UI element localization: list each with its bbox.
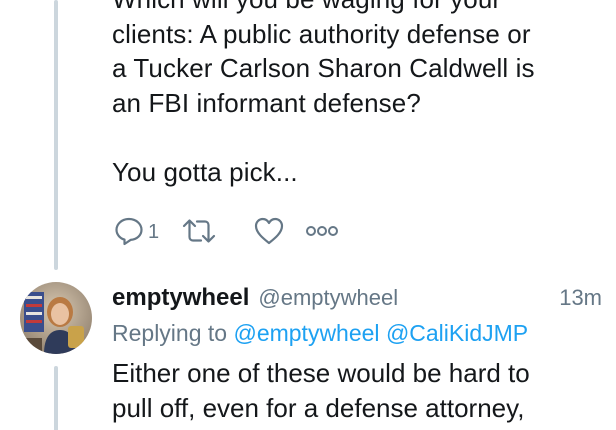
- like-button[interactable]: [253, 215, 305, 247]
- tweet-text: Either one of these would be hard to pul…: [112, 358, 530, 423]
- user-avatar[interactable]: [20, 282, 92, 354]
- replying-to-label: Replying to: [112, 320, 228, 346]
- heart-icon: [253, 215, 285, 247]
- replying-to: Replying to @emptywheel @CaliKidJMP: [112, 320, 602, 347]
- thread-connector-line: [54, 366, 58, 430]
- reply-count: 1: [148, 220, 160, 243]
- thread-connector-line: [54, 0, 58, 270]
- retweet-button[interactable]: [181, 215, 253, 247]
- tweet-thread: Which will you be waging for your client…: [0, 0, 616, 430]
- mention-link[interactable]: @emptywheel: [233, 320, 379, 346]
- tweet-header: emptywheel @emptywheel 13m: [112, 284, 602, 318]
- tweet-text: Which will you be waging for your client…: [112, 0, 535, 187]
- user-handle[interactable]: @emptywheel: [258, 285, 398, 311]
- reply-icon: [113, 215, 145, 247]
- tweet-actions: 1: [113, 214, 339, 248]
- display-name[interactable]: emptywheel: [112, 284, 249, 312]
- timestamp[interactable]: 13m: [559, 285, 602, 311]
- reply-button[interactable]: 1: [113, 215, 181, 247]
- more-options-button[interactable]: [305, 224, 339, 238]
- more-dots-icon: [305, 224, 339, 238]
- retweet-icon: [181, 215, 217, 247]
- mention-link[interactable]: @CaliKidJMP: [386, 320, 528, 346]
